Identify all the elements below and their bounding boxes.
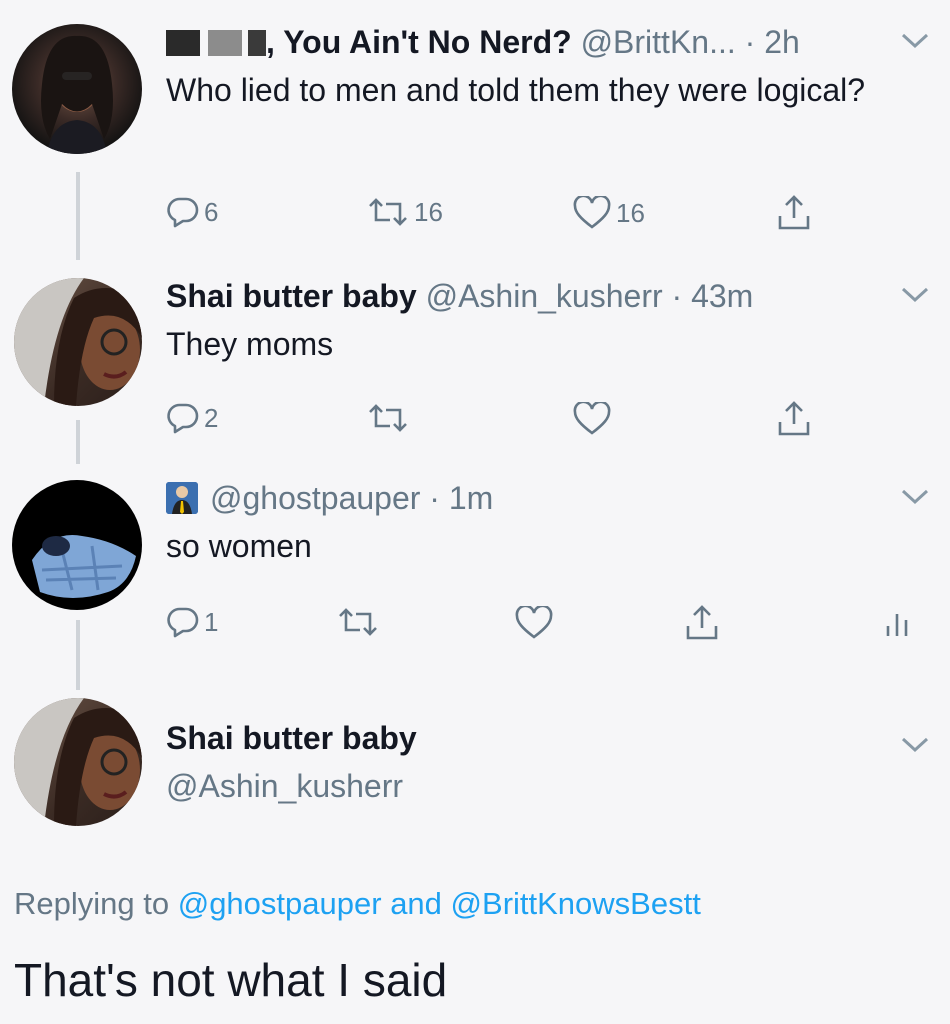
reply-count: 2 [204, 402, 219, 433]
timestamp[interactable]: · 43m [672, 278, 754, 314]
share-button[interactable] [684, 604, 720, 642]
chevron-down-icon[interactable] [900, 486, 930, 508]
tweet-text: Who lied to men and told them they were … [166, 72, 866, 108]
redacted-name [166, 30, 200, 56]
avatar[interactable] [14, 278, 142, 406]
retweet-button[interactable]: 16 [366, 196, 443, 228]
mention-link[interactable]: @BrittKnowsBestt [451, 886, 701, 921]
reply-icon [167, 197, 199, 228]
tweet-header: , You Ain't No Nerd? @BrittKn... · 2h [166, 22, 800, 62]
retweet-button[interactable] [336, 606, 384, 638]
like-button[interactable]: 16 [572, 196, 645, 230]
chevron-down-icon[interactable] [900, 734, 930, 756]
retweet-icon [339, 608, 377, 636]
tweet-text: They moms [166, 326, 334, 362]
avatar[interactable] [12, 480, 142, 610]
handle[interactable]: @BrittKn... [581, 24, 736, 60]
like-icon [515, 606, 553, 639]
display-name[interactable]: , You Ain't No Nerd? [266, 24, 572, 60]
reply-icon [167, 403, 199, 434]
like-button[interactable] [572, 402, 616, 436]
focused-display-name[interactable]: Shai butter baby [166, 718, 417, 758]
display-name[interactable]: Shai butter baby [166, 278, 417, 314]
thread-line [76, 172, 80, 260]
retweet-button[interactable] [366, 402, 414, 434]
thread-line [76, 420, 80, 464]
reply-icon [167, 607, 199, 638]
reply-button[interactable]: 6 [166, 196, 218, 228]
like-icon [573, 402, 611, 435]
reply-count: 1 [204, 606, 219, 637]
reply-button[interactable]: 2 [166, 402, 218, 434]
timestamp[interactable]: · 1m [429, 480, 493, 516]
like-count: 16 [616, 197, 645, 228]
reply-button[interactable]: 1 [166, 606, 218, 638]
timestamp[interactable]: · 2h [745, 24, 800, 60]
tweet-header: @ghostpauper · 1m [166, 478, 493, 518]
replying-to: Replying to @ghostpauper and @BrittKnows… [14, 886, 701, 921]
tweet-header: Shai butter baby @Ashin_kusherr · 43m [166, 276, 753, 316]
retweet-icon [369, 404, 407, 432]
tweet-text: so women [166, 528, 312, 564]
reply-count: 6 [204, 196, 219, 227]
chevron-down-icon[interactable] [900, 284, 930, 306]
retweet-count: 16 [414, 196, 443, 227]
emoji-badge-icon [166, 482, 198, 514]
share-button[interactable] [776, 400, 812, 438]
share-icon [686, 605, 718, 640]
avatar[interactable] [12, 24, 142, 154]
share-icon [778, 401, 810, 436]
handle[interactable]: @ghostpauper [210, 480, 420, 516]
share-icon [778, 195, 810, 230]
retweet-icon [369, 198, 407, 226]
analytics-button[interactable] [882, 608, 912, 638]
analytics-icon [886, 614, 908, 636]
thread-line [76, 620, 80, 690]
like-icon [573, 196, 611, 229]
focused-handle[interactable]: @Ashin_kusherr [166, 766, 403, 806]
share-button[interactable] [776, 194, 812, 232]
avatar[interactable] [14, 698, 142, 826]
chevron-down-icon[interactable] [900, 30, 930, 52]
like-button[interactable] [514, 606, 558, 640]
handle[interactable]: @Ashin_kusherr [426, 278, 663, 314]
focused-tweet-text: That's not what I said [14, 954, 448, 1006]
mention-link[interactable]: @ghostpauper [178, 886, 382, 921]
